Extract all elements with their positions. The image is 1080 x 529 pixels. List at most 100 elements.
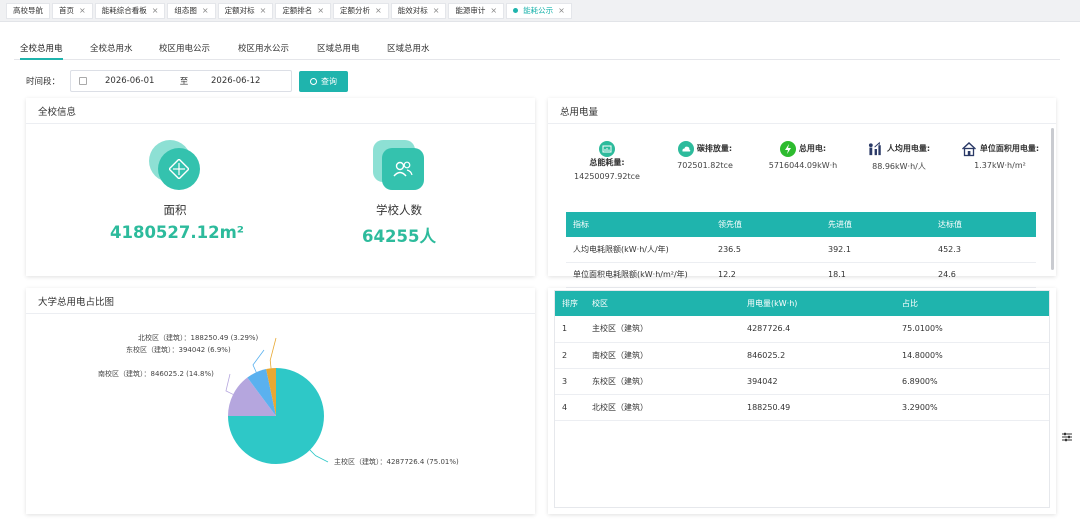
tab-area-water[interactable]: 区域总用水 xyxy=(387,42,430,60)
campus-table-card: 排序 校区 用电量(kW·h) 占比 1 主校区（建筑） 4287726.4 7… xyxy=(548,288,1056,514)
top-tab-5[interactable]: 定额排名 × xyxy=(275,2,332,19)
table-cell: 3.2900% xyxy=(902,402,938,412)
table-header-row: 排序 校区 用电量(kW·h) 占比 xyxy=(555,291,1049,316)
area-icon xyxy=(149,140,201,192)
top-tab-6[interactable]: 定额分析 × xyxy=(333,2,389,19)
table-cell: 846025.2 xyxy=(747,350,786,360)
table-row: 1 主校区（建筑） 4287726.4 75.0100% xyxy=(555,316,1049,342)
top-tab-label: 定额排名 xyxy=(282,6,313,15)
top-tab-label: 能耗公示 xyxy=(523,6,554,15)
stat-total-energy: 总能耗量: 14250097.92tce xyxy=(562,140,652,181)
date-range-picker[interactable]: 2026-06-01 至 2026-06-12 xyxy=(70,70,293,92)
pie-label: 南校区（建筑）：846025.2 (14.8%) xyxy=(98,369,214,378)
pie-chart-card: 大学总用电占比图 北校区（建筑）：188250.49 (3.29%) 东校区（建筑… xyxy=(26,288,535,514)
close-icon[interactable]: × xyxy=(558,6,565,15)
column-header: 占比 xyxy=(902,299,918,308)
chart-icon xyxy=(599,140,616,157)
close-icon[interactable]: × xyxy=(202,6,209,15)
top-tab-0[interactable]: 高校导航 xyxy=(6,2,50,19)
top-tab-8[interactable]: 能源审计 × xyxy=(448,2,505,19)
close-icon[interactable]: × xyxy=(433,6,440,15)
query-button[interactable]: 查询 xyxy=(299,70,349,92)
tab-school-power[interactable]: 全校总用电 xyxy=(20,42,63,60)
close-icon[interactable]: × xyxy=(375,6,382,15)
main-content: 全校总用电 全校总用水 校区用电公示 校区用水公示 区域总用电 区域总用水 时间… xyxy=(0,22,1080,529)
stat-value: 702501.82tce xyxy=(677,161,733,170)
end-date[interactable]: 2026-06-12 xyxy=(211,76,260,86)
label-leader-line xyxy=(269,337,277,369)
stat-value: 1.37kW·h/m² xyxy=(974,161,1026,170)
tab-area-power[interactable]: 区域总用电 xyxy=(317,42,360,60)
filter-label: 时间段： xyxy=(26,77,61,87)
table-cell: 4 xyxy=(562,402,568,412)
search-icon xyxy=(310,77,318,85)
tab-school-water[interactable]: 全校总用水 xyxy=(90,42,133,60)
table-cell: 394042 xyxy=(747,376,778,386)
close-icon[interactable]: × xyxy=(79,6,86,15)
stat-value: 88.96kW·h/人 xyxy=(872,162,926,171)
table-cell: 236.5 xyxy=(718,244,741,254)
table-cell: 3 xyxy=(562,376,568,386)
tab-campus-water[interactable]: 校区用水公示 xyxy=(238,42,289,60)
label-leader-line xyxy=(309,449,329,463)
card-title: 全校信息 xyxy=(26,98,535,124)
tab-campus-power[interactable]: 校区用电公示 xyxy=(159,42,210,60)
close-icon[interactable]: × xyxy=(317,6,324,15)
stat-label: 人均用电量: xyxy=(886,144,931,153)
top-tab-4[interactable]: 定额对标 × xyxy=(217,2,274,19)
stat-per-area: 单位面积用电量: 1.37kW·h/m² xyxy=(950,140,1050,170)
date-filter: 时间段： 2026-06-01 至 2026-06-12 查询 xyxy=(26,70,349,92)
top-tab-2[interactable]: 能耗综合看板 × xyxy=(94,2,166,19)
table-cell: 18.1 xyxy=(828,270,846,279)
close-icon[interactable]: × xyxy=(260,6,267,15)
close-icon[interactable]: × xyxy=(490,6,497,15)
top-tab-9-active[interactable]: 能耗公示 × xyxy=(506,2,572,19)
table-cell: 主校区（建筑） xyxy=(592,324,648,334)
table-cell: 东校区（建筑） xyxy=(592,376,648,386)
query-label: 查询 xyxy=(321,76,338,86)
stat-label: 单位面积用电量: xyxy=(979,144,1040,153)
table-cell: 75.0100% xyxy=(902,324,943,334)
table-row: 4 北校区（建筑） 188250.49 3.2900% xyxy=(555,394,1049,420)
table-cell: 人均电耗限额(kW·h/人/年) xyxy=(573,244,669,254)
people-stat: 学校人数 64255人 xyxy=(334,140,464,247)
date-separator: 至 xyxy=(179,77,189,87)
top-tab-3[interactable]: 组态图 × xyxy=(167,2,216,19)
column-header: 指标 xyxy=(573,220,589,229)
pie-label: 主校区（建筑）：4287726.4 (75.01%) xyxy=(334,457,459,466)
table-cell: 单位面积电耗限额(kW·h/m²/年) xyxy=(573,270,688,279)
pie-chart: 北校区（建筑）：188250.49 (3.29%) 东校区（建筑）：394042 … xyxy=(98,333,459,466)
pie-label: 北校区（建筑）：188250.49 (3.29%) xyxy=(138,333,259,342)
table-cell: 392.1 xyxy=(828,244,851,254)
cloud-icon xyxy=(678,140,695,157)
scrollbar[interactable] xyxy=(1051,128,1054,270)
column-header: 先进值 xyxy=(828,220,852,229)
table-cell: 14.8000% xyxy=(902,350,943,360)
close-icon[interactable]: × xyxy=(152,6,159,15)
stat-per-capita: 人均用电量: 88.96kW·h/人 xyxy=(853,140,945,172)
area-label: 面积 xyxy=(163,203,187,217)
sub-tabs: 全校总用电 全校总用水 校区用电公示 校区用水公示 区域总用电 区域总用水 xyxy=(14,38,1060,60)
table-frame: 排序 校区 用电量(kW·h) 占比 1 主校区（建筑） 4287726.4 7… xyxy=(554,290,1050,508)
top-tab-label: 能源审计 xyxy=(455,6,486,15)
top-tab-7[interactable]: 能效对标 × xyxy=(390,2,447,19)
table-cell: 北校区（建筑） xyxy=(592,402,648,412)
table-cell: 188250.49 xyxy=(747,402,791,412)
table-row: 单位面积电耗限额(kW·h/m²/年) 12.2 18.1 24.6 xyxy=(566,262,1036,287)
people-label: 学校人数 xyxy=(376,203,422,217)
campus-table: 排序 校区 用电量(kW·h) 占比 1 主校区（建筑） 4287726.4 7… xyxy=(555,291,1049,421)
table-cell: 452.3 xyxy=(938,244,961,254)
calendar-icon xyxy=(79,77,88,85)
column-header: 领先值 xyxy=(718,220,742,229)
stat-carbon: 碳排放量: 702501.82tce xyxy=(660,140,750,170)
top-tab-1[interactable]: 首页 × xyxy=(52,2,93,19)
start-date[interactable]: 2026-06-01 xyxy=(105,76,169,86)
table-row: 人均电耗限额(kW·h/人/年) 236.5 392.1 452.3 xyxy=(566,237,1036,262)
stat-label: 总用电: xyxy=(798,144,827,153)
top-tab-label: 高校导航 xyxy=(13,6,43,15)
table-row: 2 南校区（建筑） 846025.2 14.8000% xyxy=(555,342,1049,368)
settings-sliders-icon[interactable] xyxy=(1062,432,1072,442)
card-title: 大学总用电占比图 xyxy=(26,288,535,314)
table-cell: 1 xyxy=(562,324,568,334)
label-leader-line xyxy=(252,349,265,373)
